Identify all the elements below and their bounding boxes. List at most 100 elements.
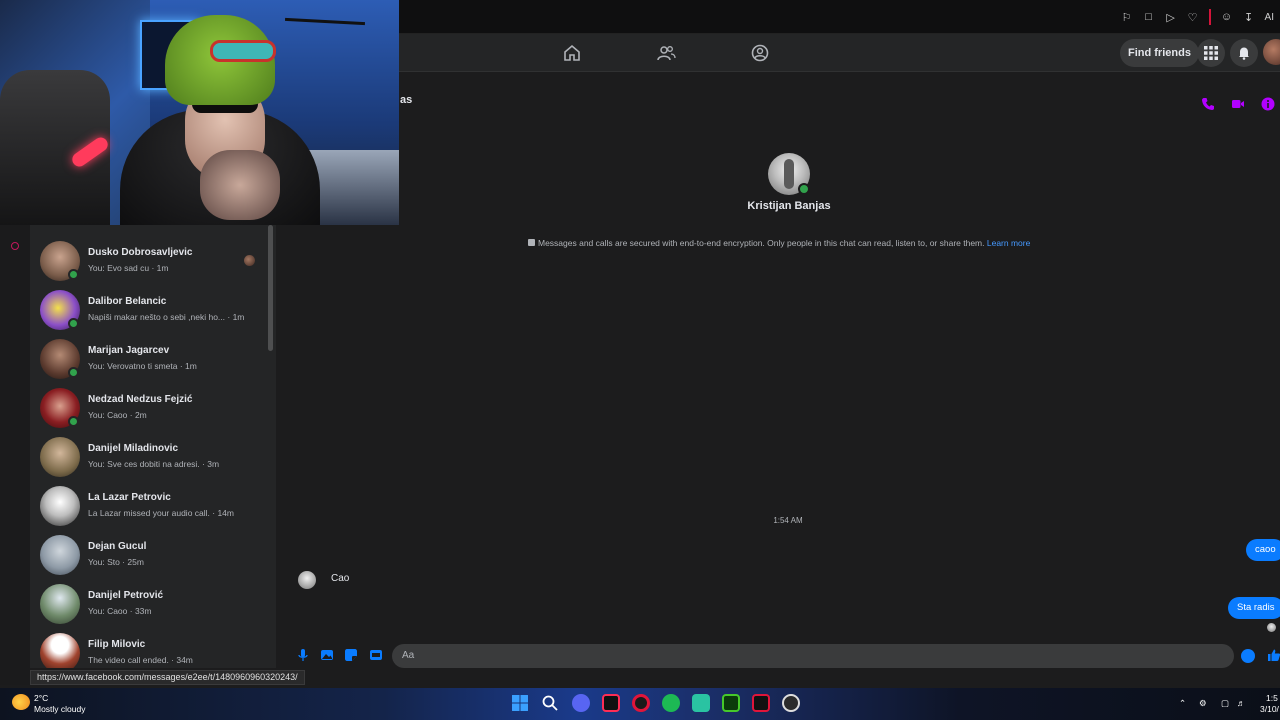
sticker-icon[interactable] xyxy=(344,648,358,662)
chat-preview: The video call ended. · 34m xyxy=(88,655,193,665)
chat-list: Dusko Dobrosavljevic You: Evo sad cu · 1… xyxy=(30,225,276,668)
avatar xyxy=(40,633,80,668)
chat-name: Dusko Dobrosavljevic xyxy=(88,247,193,258)
outgoing-message[interactable]: Sta radis xyxy=(1228,597,1280,619)
clock-time[interactable]: 1:5 xyxy=(1266,693,1278,703)
lock-icon xyxy=(528,239,535,246)
online-indicator xyxy=(68,269,79,280)
rail-icon[interactable] xyxy=(11,242,19,250)
heart-icon[interactable]: ♡ xyxy=(1187,11,1199,24)
tray-overflow-icon[interactable]: ⌃ xyxy=(1179,698,1186,709)
friends-icon[interactable] xyxy=(656,43,676,63)
chat-name: Nedzad Nedzus Fejzić xyxy=(88,394,193,405)
download-icon[interactable]: ↧ xyxy=(1243,11,1255,24)
chrome-icon[interactable] xyxy=(782,694,800,712)
volume-icon[interactable]: ♬ xyxy=(1237,698,1246,708)
menu-button[interactable] xyxy=(1197,39,1225,67)
sender-avatar[interactable] xyxy=(298,571,316,589)
chat-name: La Lazar Petrovic xyxy=(88,492,171,503)
list-item[interactable]: Dusko Dobrosavljevic You: Evo sad cu · 1… xyxy=(30,233,270,282)
spotify-icon[interactable] xyxy=(662,694,680,712)
profile-icon[interactable]: ☺ xyxy=(1221,11,1233,23)
ai-icon[interactable]: AI xyxy=(1265,12,1274,23)
pin-icon[interactable]: ⚐ xyxy=(1121,11,1133,24)
find-friends-button[interactable]: Find friends xyxy=(1120,39,1199,67)
chat-preview: La Lazar missed your audio call. · 14m xyxy=(88,508,234,518)
avatar xyxy=(40,486,80,526)
webcam-overlay xyxy=(0,0,399,225)
phone-icon[interactable] xyxy=(1201,97,1215,111)
tiktok-icon[interactable] xyxy=(602,694,620,712)
encryption-text: Messages and calls are secured with end-… xyxy=(538,238,985,248)
link-preview-url: https://www.facebook.com/messages/e2ee/t… xyxy=(30,670,305,685)
left-rail xyxy=(0,225,30,685)
screen: ⚐ □ ▷ ♡ ☺ ↧ AI Find friends as Kristijan… xyxy=(0,0,1280,720)
chat-preview: You: Verovatno ti smeta · 1m xyxy=(88,361,197,371)
chat-preview: You: Evo sad cu · 1m xyxy=(88,263,169,273)
search-icon[interactable] xyxy=(541,694,559,712)
list-item[interactable]: Dalibor Belancic Napiši makar nešto o se… xyxy=(30,282,270,331)
list-item[interactable]: Danijel Petrović You: Caoo · 33m xyxy=(30,576,270,625)
like-icon[interactable] xyxy=(1267,648,1280,662)
seen-indicator-avatar xyxy=(1267,623,1276,632)
microphone-icon[interactable] xyxy=(296,648,310,662)
game-launcher-icon[interactable] xyxy=(722,694,740,712)
grid-menu-icon xyxy=(1204,46,1218,60)
contact-avatar-figure xyxy=(784,159,794,189)
learn-more-link[interactable]: Learn more xyxy=(987,238,1030,248)
discord-icon[interactable] xyxy=(572,694,590,712)
list-item[interactable]: Filip Milovic The video call ended. · 34… xyxy=(30,625,270,668)
bell-icon xyxy=(1239,47,1249,60)
chat-preview: You: Caoo · 33m xyxy=(88,606,152,616)
weather-temperature[interactable]: 2°C xyxy=(34,693,48,703)
windows-start-icon[interactable] xyxy=(511,694,529,712)
chat-preview: You: Sve ces dobiti na adresi. · 3m xyxy=(88,459,220,469)
weather-description[interactable]: Mostly cloudy xyxy=(34,704,86,714)
online-indicator xyxy=(68,367,79,378)
chat-name: Dalibor Belancic xyxy=(88,296,167,307)
avatar xyxy=(40,437,80,477)
chat-name: Danijel Miladinovic xyxy=(88,443,179,454)
photo-icon[interactable] xyxy=(320,648,334,662)
chat-preview: You: Caoo · 2m xyxy=(88,410,147,420)
tab-icon[interactable]: □ xyxy=(1143,11,1155,23)
message-timestamp: 1:54 AM xyxy=(773,516,803,525)
play-icon[interactable]: ▷ xyxy=(1165,11,1177,24)
notifications-button[interactable] xyxy=(1230,39,1258,67)
chat-name: Marijan Jagarcev xyxy=(88,345,170,356)
emoji-icon[interactable] xyxy=(1241,649,1255,663)
outgoing-message[interactable]: caoo xyxy=(1246,539,1280,561)
avatar xyxy=(40,535,80,575)
conversation-header-name[interactable]: as xyxy=(400,94,412,106)
webcam-person-hand xyxy=(200,150,280,220)
message-input[interactable]: Aa xyxy=(392,644,1234,668)
gif-icon[interactable] xyxy=(369,648,383,662)
account-avatar[interactable] xyxy=(1263,39,1280,65)
online-indicator xyxy=(68,318,79,329)
opera-gx-icon[interactable] xyxy=(632,694,650,712)
list-item[interactable]: Marijan Jagarcev You: Verovatno ti smeta… xyxy=(30,331,270,380)
list-item[interactable]: La Lazar Petrovic La Lazar missed your a… xyxy=(30,478,270,527)
chat-preview: Napiši makar nešto o sebi ,neki ho... · … xyxy=(88,312,245,322)
chat-list-scrollbar[interactable] xyxy=(268,225,273,351)
app-icon[interactable] xyxy=(752,694,770,712)
network-icon[interactable]: ▢ xyxy=(1221,698,1229,709)
video-call-icon[interactable] xyxy=(1231,97,1245,111)
online-indicator xyxy=(68,416,79,427)
contact-name[interactable]: Kristijan Banjas xyxy=(700,200,878,212)
list-item[interactable]: Dejan Gucul You: Sto · 25m xyxy=(30,527,270,576)
clock-date[interactable]: 3/10/ xyxy=(1260,704,1279,714)
groups-icon[interactable] xyxy=(750,43,770,63)
messenger-app-icon[interactable] xyxy=(692,694,710,712)
info-icon[interactable] xyxy=(1261,97,1275,111)
weather-icon[interactable] xyxy=(12,694,30,710)
incoming-message[interactable]: Cao xyxy=(331,573,349,584)
seen-indicator-avatar xyxy=(244,255,255,266)
webcam-goggles xyxy=(210,40,276,62)
list-item[interactable]: Nedzad Nedzus Fejzić You: Caoo · 2m xyxy=(30,380,270,429)
tray-app-icon[interactable]: ⚙ xyxy=(1199,698,1207,709)
list-item[interactable]: Danijel Miladinovic You: Sve ces dobiti … xyxy=(30,429,270,478)
home-icon[interactable] xyxy=(562,43,582,63)
divider xyxy=(1208,9,1211,25)
chat-preview: You: Sto · 25m xyxy=(88,557,144,567)
